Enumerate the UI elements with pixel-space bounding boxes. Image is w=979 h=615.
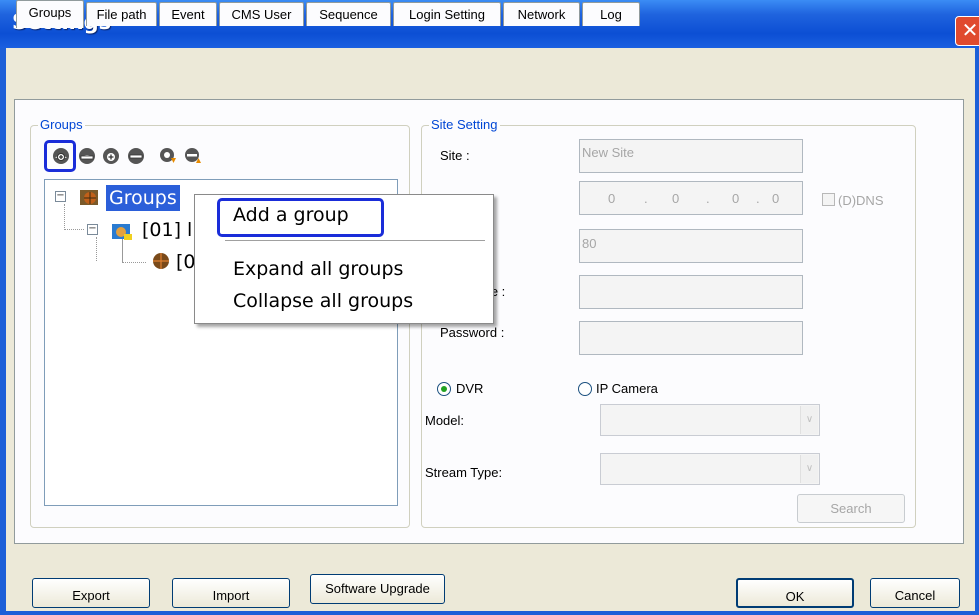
cancel-button[interactable]: Cancel <box>870 578 960 608</box>
radio-dot <box>441 386 447 392</box>
remove-site-icon[interactable] <box>125 145 147 167</box>
tree-connector <box>96 237 98 261</box>
password-label: Password : <box>440 325 505 340</box>
close-button[interactable]: ✕ <box>955 16 979 46</box>
tab-groups[interactable]: Groups <box>16 0 84 28</box>
add-site-icon[interactable] <box>100 145 122 167</box>
ip-octet-4[interactable]: 0 <box>772 191 779 206</box>
ip-separator: . <box>756 191 760 206</box>
ip-camera-label: IP Camera <box>596 381 658 396</box>
site-node-icon <box>153 253 169 269</box>
ip-octet-2[interactable]: 0 <box>672 191 679 206</box>
ip-address-input[interactable]: 0 . 0 . 0 . 0 <box>579 181 803 215</box>
username-input[interactable] <box>579 275 803 309</box>
stream-type-select[interactable]: ∨ <box>600 453 820 485</box>
annotation-box-add-group <box>217 198 384 237</box>
export-button[interactable]: Export <box>32 578 150 608</box>
model-select[interactable]: ∨ <box>600 404 820 436</box>
search-button[interactable]: Search <box>797 494 905 523</box>
port-input[interactable]: 80 <box>579 229 803 263</box>
password-input[interactable] <box>579 321 803 355</box>
chevron-down-icon: ∨ <box>800 406 818 434</box>
ip-separator: . <box>706 191 710 206</box>
software-upgrade-button[interactable]: Software Upgrade <box>310 574 445 604</box>
menu-separator <box>225 240 485 241</box>
menu-item-expand-all[interactable]: Expand all groups <box>233 258 403 280</box>
tab-log[interactable]: Log <box>582 2 640 26</box>
group-root-icon <box>80 190 98 205</box>
tree-connector <box>64 229 84 231</box>
tree-connector <box>64 204 66 230</box>
groups-groupbox-label: Groups <box>38 117 85 132</box>
collapse-toggle-root[interactable]: − <box>55 191 66 202</box>
import-button[interactable]: Import <box>172 578 290 608</box>
site-input[interactable]: New Site <box>579 139 803 173</box>
ddns-checkbox[interactable] <box>822 193 835 206</box>
group-child-icon <box>112 224 132 240</box>
tab-network[interactable]: Network <box>503 2 580 26</box>
tab-file-path[interactable]: File path <box>86 2 157 26</box>
chevron-down-icon: ∨ <box>800 455 818 483</box>
tab-sequence[interactable]: Sequence <box>306 2 391 26</box>
ip-separator: . <box>644 191 648 206</box>
remove-group-icon[interactable] <box>76 145 98 167</box>
group-root-label[interactable]: Groups <box>106 185 180 211</box>
ip-camera-radio[interactable] <box>578 382 592 396</box>
stream-type-label: Stream Type: <box>425 465 503 480</box>
site-node-label[interactable]: [0 <box>176 251 196 273</box>
tab-login-setting[interactable]: Login Setting <box>393 2 501 26</box>
tree-connector <box>122 262 146 264</box>
ip-octet-3[interactable]: 0 <box>732 191 739 206</box>
tab-cms-user[interactable]: CMS User <box>219 2 304 26</box>
dvr-label: DVR <box>456 381 484 396</box>
collapse-toggle-child[interactable]: − <box>87 224 98 235</box>
tab-event[interactable]: Event <box>159 2 217 26</box>
model-label: Model: <box>425 413 465 428</box>
ddns-label: (D)DNS <box>838 193 884 208</box>
annotation-box-add-icon <box>44 140 76 172</box>
ip-octet-1[interactable]: 0 <box>608 191 615 206</box>
menu-item-collapse-all[interactable]: Collapse all groups <box>233 290 413 312</box>
site-label: Site : <box>440 148 470 163</box>
move-out-icon[interactable] <box>182 145 204 167</box>
ok-button[interactable]: OK <box>736 578 854 608</box>
site-setting-label: Site Setting <box>429 117 500 132</box>
dvr-radio[interactable] <box>437 382 451 396</box>
move-in-icon[interactable] <box>157 145 179 167</box>
group-child-label[interactable]: [01] l <box>142 219 192 241</box>
